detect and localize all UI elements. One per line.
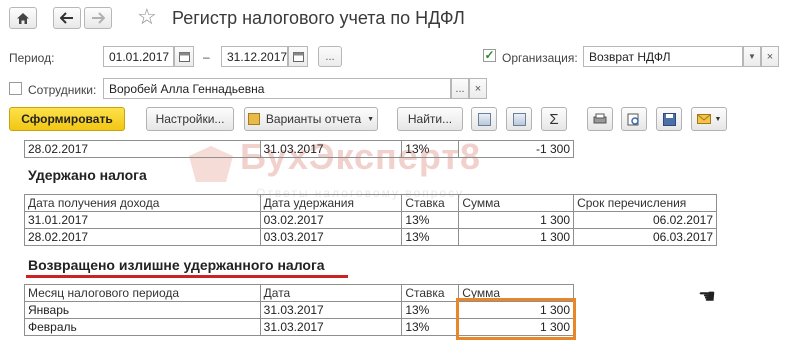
report-area: БухЭксперт8 Ответы налоговому вопросу 28… [0, 140, 792, 344]
sum-button[interactable]: Σ [541, 107, 567, 131]
calendar-icon [292, 51, 304, 62]
returned-title: Возвращено излишне удержанного налога [28, 257, 325, 273]
copy-icon [477, 112, 491, 126]
employees-clear-button[interactable]: × [469, 78, 487, 99]
period-to-input[interactable]: 31.12.2017 [221, 46, 288, 67]
table-cell: 28.02.2017 [24, 140, 261, 158]
envelope-icon [696, 114, 711, 124]
chevron-down-icon: ▼ [367, 115, 375, 123]
table-cell: 31.01.2017 [24, 211, 261, 229]
settings-button[interactable]: Настройки... [146, 107, 234, 131]
report-variants-icon [247, 113, 260, 125]
arrow-right-icon [92, 12, 105, 24]
chevron-down-icon: ▼ [714, 115, 722, 123]
forward-button[interactable] [84, 7, 112, 29]
period-from-input[interactable]: 01.01.2017 [103, 46, 174, 67]
table-cell: Февраль [24, 318, 261, 336]
save-button[interactable] [656, 107, 682, 131]
table-cell: 1 300 [458, 211, 575, 229]
table-row: 28.02.2017 03.03.2017 13% 1 300 06.03.20… [24, 228, 717, 246]
organization-label: Организация: [502, 51, 578, 65]
column-header: Месяц налогового периода [24, 284, 261, 302]
print-button[interactable] [587, 107, 613, 131]
generate-button[interactable]: Сформировать [9, 107, 125, 131]
calendar-from-button[interactable] [174, 46, 194, 67]
column-header: Дата удержания [259, 194, 403, 212]
table-row: 31.01.2017 03.02.2017 13% 1 300 06.02.20… [24, 211, 717, 229]
employees-input[interactable]: Воробей Алла Геннадьевна [103, 78, 451, 99]
organization-dropdown-button[interactable]: ▼ [743, 46, 761, 67]
table-cell: 31.03.2017 [259, 318, 403, 336]
paste-button[interactable] [506, 107, 532, 131]
column-header: Дата [259, 284, 403, 302]
save-icon [662, 112, 676, 126]
close-icon: × [766, 50, 774, 63]
table-cell: -1 300 [458, 140, 574, 158]
close-icon: × [474, 82, 482, 95]
period-dash: – [203, 50, 210, 64]
print-preview-icon [627, 113, 639, 125]
table-cell: 31.03.2017 [259, 140, 403, 158]
table-cell: 03.02.2017 [259, 211, 403, 229]
table-cell: 03.03.2017 [259, 228, 403, 246]
table-cell: 31.03.2017 [259, 301, 403, 319]
table-cell: 13% [401, 228, 460, 246]
sigma-icon: Σ [549, 110, 559, 128]
top-partial-table: 28.02.2017 31.03.2017 13% -1 300 [24, 140, 574, 158]
sum-highlight-frame [456, 298, 576, 340]
table-row: 28.02.2017 31.03.2017 13% -1 300 [24, 140, 574, 158]
table-cell: 13% [401, 318, 460, 336]
calendar-to-button[interactable] [288, 46, 308, 67]
table-cell: 13% [401, 301, 460, 319]
column-header: Дата получения дохода [24, 194, 261, 212]
home-button[interactable] [9, 7, 37, 29]
star-icon[interactable]: ☆ [137, 4, 157, 30]
withheld-title: Удержано налога [28, 167, 147, 183]
column-header: Сумма [458, 194, 575, 212]
pointing-hand-icon: ☚ [698, 286, 716, 308]
table-header-row: Дата получения дохода Дата удержания Ста… [24, 194, 717, 212]
column-header: Ставка [401, 284, 460, 302]
calendar-icon [178, 51, 190, 62]
table-cell: 06.02.2017 [573, 211, 717, 229]
find-button[interactable]: Найти... [397, 107, 463, 131]
back-button[interactable] [53, 7, 81, 29]
table-cell: 13% [401, 211, 460, 229]
report-variants-button[interactable]: Варианты отчета ▼ [244, 107, 378, 131]
withheld-table: Дата получения дохода Дата удержания Ста… [24, 194, 717, 246]
organization-checkbox[interactable]: ✓ [483, 49, 496, 62]
table-cell: 06.03.2017 [573, 228, 717, 246]
chevron-down-icon: ▼ [748, 52, 756, 61]
window-title: Регистр налогового учета по НДФЛ [172, 8, 465, 28]
report-variants-label: Варианты отчета [265, 112, 362, 126]
copy-button[interactable] [471, 107, 497, 131]
column-header: Срок перечисления [573, 194, 717, 212]
send-email-button[interactable]: ▼ [691, 107, 727, 131]
column-header: Ставка [401, 194, 460, 212]
preview-button[interactable] [621, 107, 647, 131]
employees-checkbox[interactable] [9, 82, 22, 95]
period-label: Период: [9, 51, 55, 65]
title-underline [26, 275, 348, 278]
printer-icon [593, 113, 607, 124]
table-cell: Январь [24, 301, 261, 319]
table-cell: 1 300 [458, 228, 575, 246]
table-cell: 13% [401, 140, 460, 158]
organization-input[interactable]: Возврат НДФЛ [583, 46, 743, 67]
period-select-button[interactable]: ... [318, 46, 342, 67]
employees-select-button[interactable]: ... [451, 78, 469, 99]
organization-clear-button[interactable]: × [761, 46, 779, 67]
table-cell: 28.02.2017 [24, 228, 261, 246]
arrow-left-icon [60, 12, 73, 24]
paste-icon [512, 112, 526, 126]
employees-label: Сотрудники: [28, 83, 97, 97]
home-icon [17, 12, 29, 24]
